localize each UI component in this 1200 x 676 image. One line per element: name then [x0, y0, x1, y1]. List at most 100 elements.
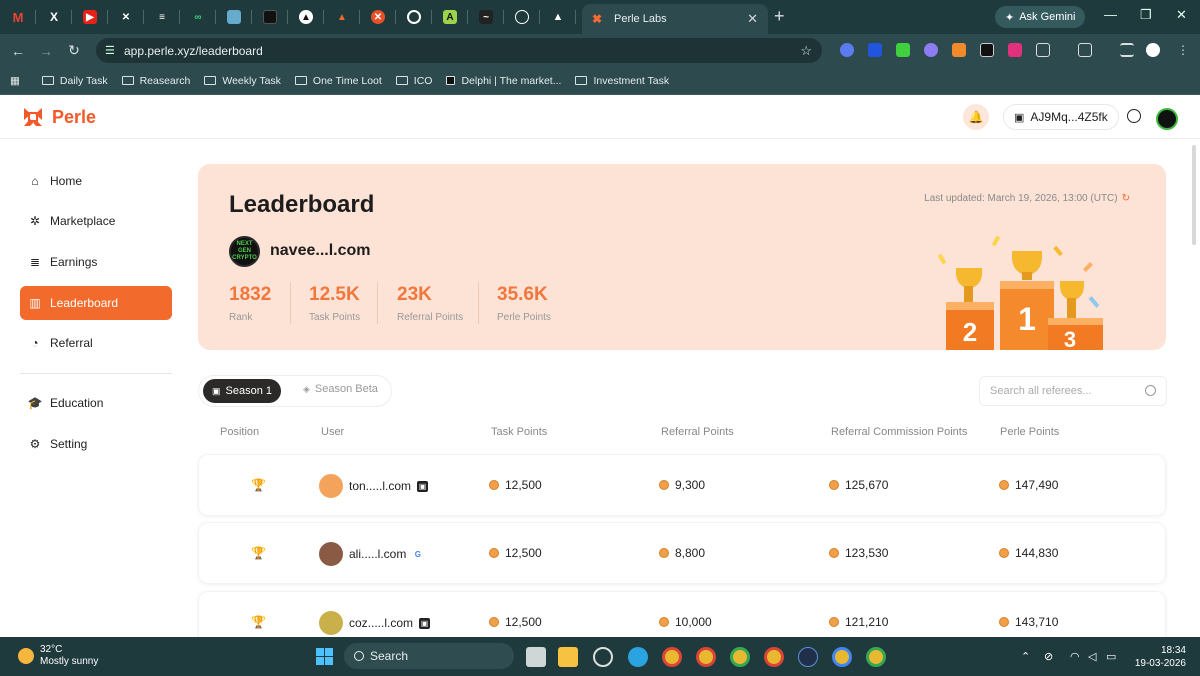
extensions-puzzle-icon[interactable]	[1036, 43, 1050, 57]
tab-label: Season Beta	[314, 383, 378, 395]
table-row[interactable]: 🏆 ali.....l.com G 12,500 8,800 123,530 1…	[198, 522, 1166, 584]
chrome-icon[interactable]	[662, 647, 682, 667]
browser-menu-icon[interactable]: ⋮	[1176, 43, 1190, 57]
tab-app8[interactable]	[252, 0, 288, 34]
volume-icon[interactable]: ◁	[1088, 650, 1096, 663]
back-button[interactable]: ←	[4, 43, 32, 59]
user-avatar[interactable]	[1156, 108, 1178, 130]
bookmark-label: Daily Task	[59, 74, 108, 87]
bookmark-weekly-task[interactable]: Weekly Task	[204, 75, 281, 87]
restore-button[interactable]: ❐	[1140, 7, 1152, 23]
tab-app9[interactable]: ▲	[288, 0, 324, 34]
tab-search-icon[interactable]	[1078, 43, 1092, 57]
close-tab-icon[interactable]: ✕	[747, 11, 758, 27]
ask-gemini-button[interactable]: ✦ Ask Gemini	[995, 6, 1086, 28]
new-tab-button[interactable]: +	[774, 6, 785, 27]
tab-season-1[interactable]: ▣ Season 1	[203, 379, 281, 403]
value: 143,710	[1015, 615, 1059, 629]
chrome-icon[interactable]	[866, 647, 886, 667]
task-view-icon[interactable]	[526, 647, 546, 667]
sidebar-item-marketplace[interactable]: ✲ Marketplace	[20, 204, 172, 238]
battery-icon[interactable]: ▭	[1106, 650, 1116, 663]
extension-icon[interactable]	[924, 43, 938, 57]
tab-muted[interactable]: ✕	[108, 0, 144, 34]
tab-app16[interactable]: ▲	[540, 0, 576, 34]
bookmark-investment-task[interactable]: Investment Task	[575, 75, 669, 87]
tab-app13[interactable]: A	[432, 0, 468, 34]
sidebar-item-setting[interactable]: ⚙ Setting	[20, 427, 172, 461]
refresh-icon[interactable]: ↻	[1122, 193, 1130, 204]
bookmark-delphi[interactable]: Delphi | The market...	[446, 75, 561, 87]
wifi-icon[interactable]: ◠	[1070, 650, 1080, 663]
extension-icon[interactable]	[1008, 43, 1022, 57]
apps-grid-icon[interactable]: ▦	[10, 75, 20, 87]
metamask-icon[interactable]	[952, 43, 966, 57]
file-explorer-icon[interactable]	[558, 647, 578, 667]
tab-app12[interactable]	[396, 0, 432, 34]
tab-app7[interactable]	[216, 0, 252, 34]
chrome-icon[interactable]	[696, 647, 716, 667]
extension-icon[interactable]	[868, 43, 882, 57]
app-icon[interactable]	[593, 647, 613, 667]
minimize-button[interactable]: —	[1104, 7, 1117, 22]
system-clock[interactable]: 18:34 19-03-2026	[1135, 644, 1186, 670]
reload-button[interactable]: ↻	[60, 42, 88, 59]
bookmark-daily-task[interactable]: Daily Task	[41, 74, 108, 87]
close-window-button[interactable]: ✕	[1176, 7, 1187, 23]
tab-youtube[interactable]: ▶	[72, 0, 108, 34]
chrome-icon[interactable]	[730, 647, 750, 667]
tab-app11[interactable]: ✕	[360, 0, 396, 34]
taskbar-search-label: Search	[370, 649, 409, 663]
tab-app6[interactable]: ∞	[180, 0, 216, 34]
tab-gmail[interactable]: M	[0, 0, 36, 34]
tab-app5[interactable]: ≡	[144, 0, 180, 34]
tab-x[interactable]: X	[36, 0, 72, 34]
sidebar-item-home[interactable]: ⌂ Home	[20, 164, 172, 198]
weather-widget[interactable]: 32°C Mostly sunny	[18, 644, 98, 668]
table-row[interactable]: 🏆 ton.....l.com ▣ 12,500 9,300 125,670 1…	[198, 454, 1166, 516]
tab-app10[interactable]: ▲	[324, 0, 360, 34]
tab-perle-labs[interactable]: ✖ Perle Labs ✕	[582, 4, 768, 34]
wallet-badge-icon: ▣	[417, 480, 429, 492]
bookmark-one-time-loot[interactable]: One Time Loot	[294, 75, 382, 87]
sidebar-item-earnings[interactable]: ≣ Earnings	[20, 245, 172, 279]
bookmark-ico[interactable]: ICO	[395, 75, 432, 87]
chevron-up-icon[interactable]: ⌃	[1021, 650, 1030, 663]
extension-icon[interactable]	[840, 43, 854, 57]
telegram-icon[interactable]	[628, 647, 648, 667]
extension-icon[interactable]	[896, 43, 910, 57]
site-info-icon[interactable]: ☰	[105, 44, 115, 57]
tab-season-beta[interactable]: ◈ Season Beta	[303, 383, 378, 395]
app-icon[interactable]	[798, 647, 818, 667]
windows-start-icon[interactable]	[316, 648, 333, 665]
extension-icon[interactable]	[980, 43, 994, 57]
history-clock-icon[interactable]	[1127, 109, 1141, 123]
profile-avatar-icon[interactable]	[1146, 43, 1160, 57]
url-text: app.perle.xyz/leaderboard	[124, 43, 263, 58]
search-referees-input[interactable]: Search all referees...	[979, 376, 1167, 406]
chrome-icon[interactable]	[764, 647, 784, 667]
value: 10,000	[675, 615, 712, 629]
sidebar-item-referral[interactable]: ◔ Referral	[20, 326, 172, 360]
taskbar-search[interactable]: Search	[344, 643, 514, 669]
tab-app15[interactable]	[504, 0, 540, 34]
temperature: 32°C	[40, 644, 63, 655]
forward-button[interactable]: →	[32, 43, 60, 59]
tab-app14[interactable]: ~	[468, 0, 504, 34]
chrome-icon[interactable]	[832, 647, 852, 667]
bookmark-research[interactable]: Reasearch	[121, 75, 190, 87]
column-header-referral-points: Referral Points	[661, 426, 734, 438]
perle-logo[interactable]: Perle	[22, 106, 96, 128]
sidebar-item-leaderboard[interactable]: ▥ Leaderboard	[20, 286, 172, 320]
stat-value: 23K	[397, 284, 432, 305]
gemini-icon: ✦	[1005, 11, 1015, 24]
page-scrollbar[interactable]	[1192, 145, 1196, 245]
table-row[interactable]: 🏆 coz.....l.com ▣ 12,500 10,000 121,210 …	[198, 591, 1166, 641]
notification-bell-icon[interactable]: 🔔	[963, 104, 989, 130]
url-bar[interactable]: ☰ app.perle.xyz/leaderboard ☆	[96, 38, 822, 63]
wallet-button[interactable]: ▣ AJ9Mq...4Z5fk	[1003, 104, 1119, 130]
bookmark-star-icon[interactable]: ☆	[800, 43, 812, 59]
media-control-icon[interactable]	[1120, 43, 1134, 57]
network-off-icon[interactable]: ⊘	[1044, 650, 1053, 663]
sidebar-item-education[interactable]: 🎓 Education	[20, 386, 172, 420]
